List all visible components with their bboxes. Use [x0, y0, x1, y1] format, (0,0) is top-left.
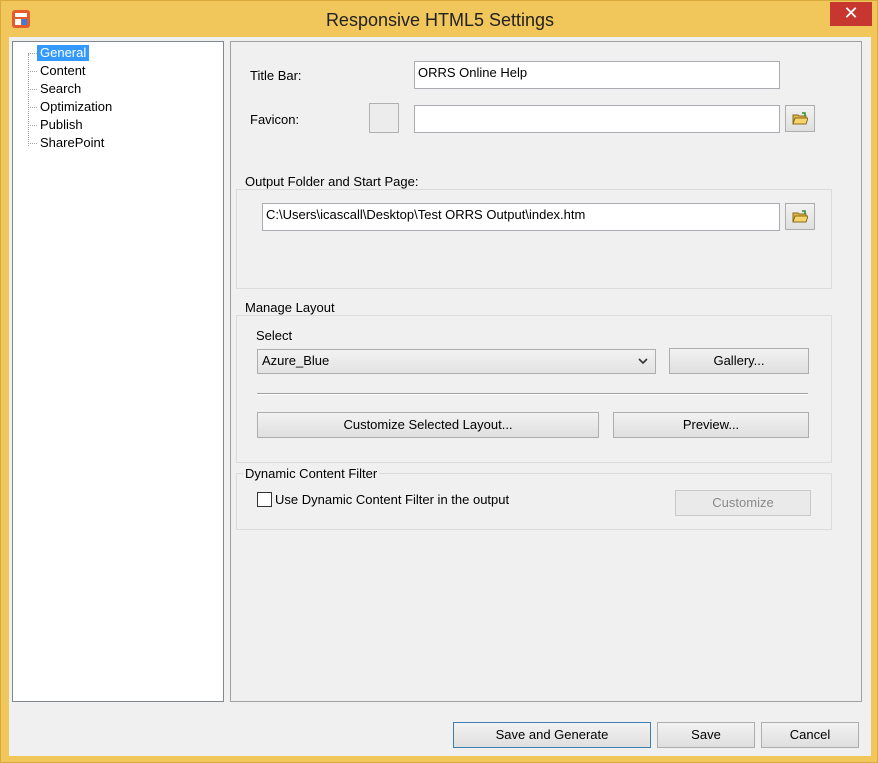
- chevron-down-icon: [637, 354, 649, 368]
- layout-dropdown[interactable]: Azure_Blue: [257, 349, 656, 374]
- output-path-input[interactable]: C:\Users\icascall\Desktop\Test ORRS Outp…: [262, 203, 780, 231]
- dialog-window: Responsive HTML5 Settings ✕ General Cont…: [0, 0, 878, 763]
- output-folder-group-title: Output Folder and Start Page:: [243, 174, 421, 189]
- favicon-label: Favicon:: [250, 112, 300, 127]
- save-and-generate-button[interactable]: Save and Generate: [453, 722, 651, 748]
- tree-connector: [28, 53, 37, 54]
- tree-connector: [28, 125, 37, 126]
- filter-customize-button[interactable]: Customize: [675, 490, 811, 516]
- preview-button[interactable]: Preview...: [613, 412, 809, 438]
- tree-item-general[interactable]: General: [37, 45, 90, 61]
- manage-layout-group-title: Manage Layout: [243, 300, 337, 315]
- settings-tree[interactable]: General Content Search Optimization Publ…: [12, 41, 224, 702]
- tree-connector: [28, 89, 37, 90]
- save-button[interactable]: Save: [657, 722, 755, 748]
- favicon-browse-button[interactable]: [785, 105, 815, 132]
- tree-connector: [28, 54, 29, 146]
- tree-item-publish[interactable]: Publish: [37, 117, 86, 133]
- window-title: Responsive HTML5 Settings: [325, 10, 555, 30]
- tree-item-search[interactable]: Search: [37, 81, 84, 97]
- favicon-preview: [369, 103, 399, 133]
- dialog-client-area: General Content Search Optimization Publ…: [9, 37, 871, 756]
- dynamic-filter-group-title: Dynamic Content Filter: [243, 466, 380, 481]
- layout-dropdown-value: Azure_Blue: [262, 353, 330, 368]
- tree-item-content[interactable]: Content: [37, 63, 89, 79]
- customize-layout-button[interactable]: Customize Selected Layout...: [257, 412, 599, 438]
- title-bar-label: Title Bar:: [250, 68, 302, 83]
- tree-connector: [28, 143, 37, 144]
- title-bar[interactable]: Responsive HTML5 Settings ✕: [1, 1, 878, 37]
- cancel-button[interactable]: Cancel: [761, 722, 859, 748]
- tree-connector: [28, 71, 37, 72]
- favicon-input[interactable]: [414, 105, 780, 133]
- tree-item-sharepoint[interactable]: SharePoint: [37, 135, 107, 151]
- title-bar-input[interactable]: ORRS Online Help: [414, 61, 780, 89]
- general-settings-panel: Title Bar: ORRS Online Help Favicon: Out…: [230, 41, 862, 702]
- output-browse-button[interactable]: [785, 203, 815, 230]
- dynamic-filter-checkbox[interactable]: [257, 492, 272, 507]
- layout-separator: [257, 393, 808, 395]
- dynamic-filter-checkbox-label[interactable]: Use Dynamic Content Filter in the output: [275, 492, 509, 507]
- tree-connector: [28, 107, 37, 108]
- open-folder-icon: [792, 210, 809, 224]
- manage-layout-group: [236, 315, 832, 463]
- layout-select-label: Select: [256, 328, 293, 343]
- close-button[interactable]: ✕: [830, 2, 872, 26]
- gallery-button[interactable]: Gallery...: [669, 348, 809, 374]
- close-icon: ✕: [843, 3, 859, 23]
- tree-item-optimization[interactable]: Optimization: [37, 99, 115, 115]
- open-folder-icon: [792, 112, 809, 126]
